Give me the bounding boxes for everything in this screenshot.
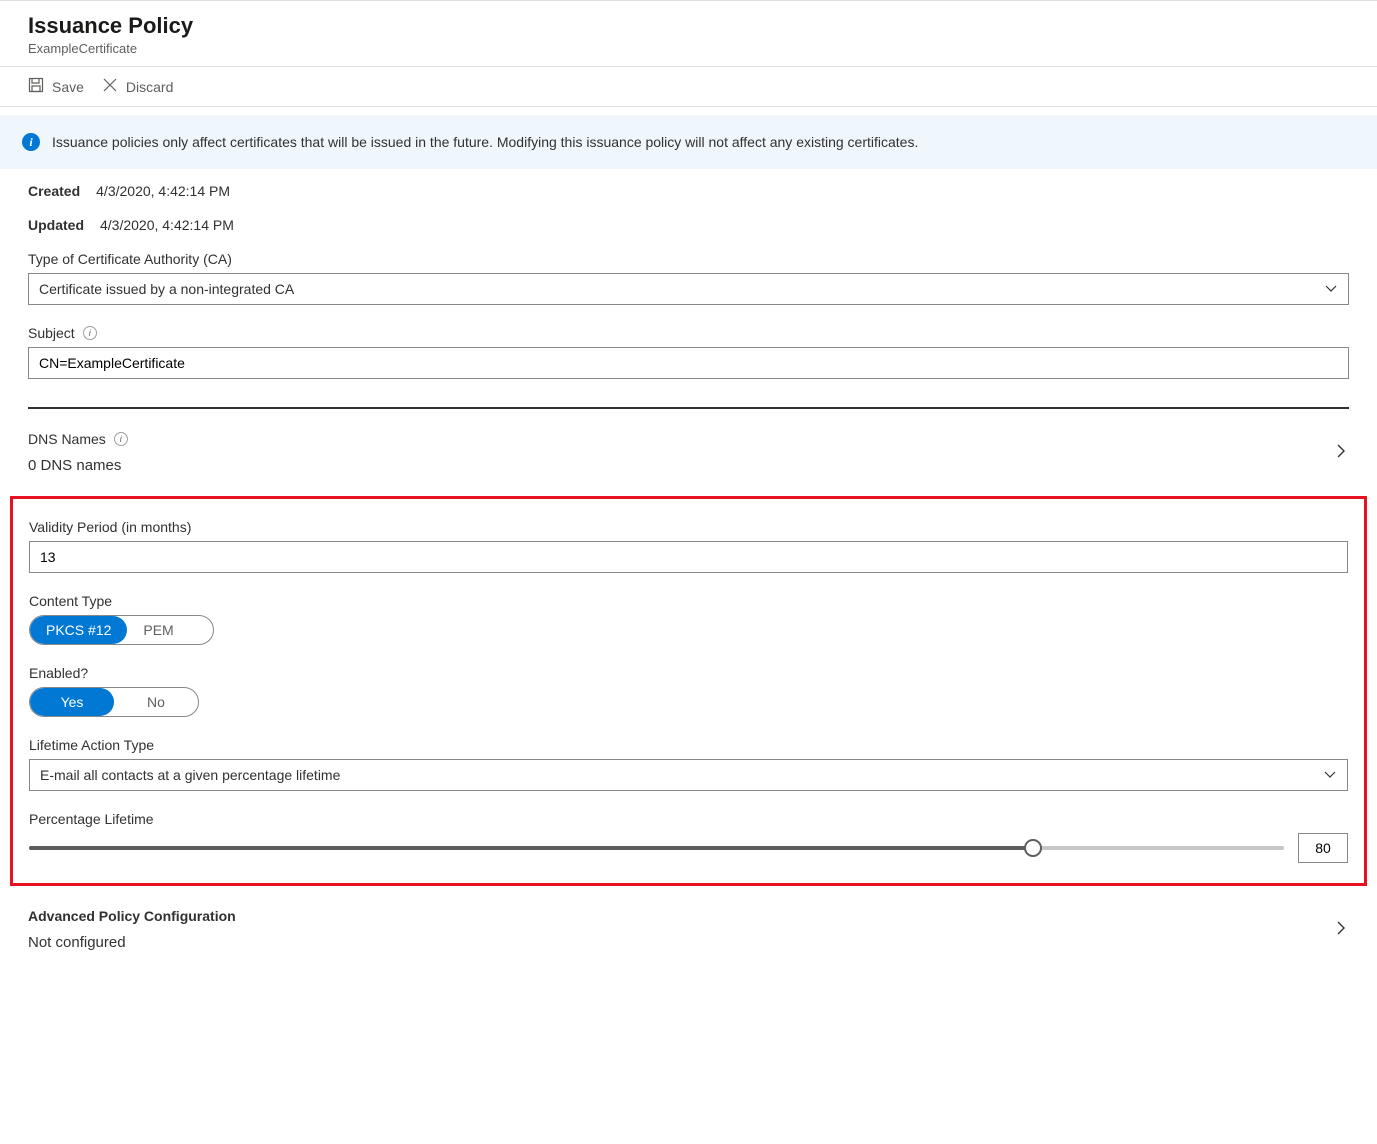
content-type-field: Content Type PKCS #12 PEM [29,593,1348,645]
advanced-value: Not configured [28,934,236,951]
ca-value: Certificate issued by a non-integrated C… [39,281,294,297]
lifetime-action-value: E-mail all contacts at a given percentag… [40,767,340,783]
dns-value: 0 DNS names [28,457,128,474]
advanced-label: Advanced Policy Configuration [28,908,236,924]
page-subtitle: ExampleCertificate [28,41,1349,56]
subject-input[interactable] [28,347,1349,379]
discard-button[interactable]: Discard [102,77,173,96]
chevron-down-icon [1323,767,1337,784]
slider-thumb[interactable] [1024,839,1042,857]
lifetime-action-dropdown[interactable]: E-mail all contacts at a given percentag… [29,759,1348,791]
content-type-pkcs12[interactable]: PKCS #12 [30,616,127,644]
lifetime-action-label: Lifetime Action Type [29,737,1348,753]
page-title: Issuance Policy [28,13,1349,39]
dns-label: DNS Names i [28,431,128,447]
content-type-toggle[interactable]: PKCS #12 PEM [29,615,214,645]
chevron-right-icon [1333,443,1349,462]
validity-field: Validity Period (in months) [29,519,1348,573]
info-banner: i Issuance policies only affect certific… [0,115,1377,169]
save-button[interactable]: Save [28,77,84,96]
discard-label: Discard [126,79,173,95]
divider [28,407,1349,409]
updated-value: 4/3/2020, 4:42:14 PM [100,217,234,233]
enabled-no[interactable]: No [114,688,198,716]
lifetime-action-field: Lifetime Action Type E-mail all contacts… [29,737,1348,791]
content-type-label: Content Type [29,593,1348,609]
info-help-icon[interactable]: i [83,326,97,340]
ca-label: Type of Certificate Authority (CA) [28,251,1349,267]
info-icon: i [22,133,40,151]
percentage-value-input[interactable] [1298,833,1348,863]
updated-label: Updated [28,217,84,233]
enabled-label: Enabled? [29,665,1348,681]
subject-field: Subject i [28,325,1349,379]
created-row: Created 4/3/2020, 4:42:14 PM [28,183,1349,199]
advanced-policy-section[interactable]: Advanced Policy Configuration Not config… [28,904,1349,955]
percentage-slider[interactable] [29,838,1284,858]
validity-label: Validity Period (in months) [29,519,1348,535]
subject-label-text: Subject [28,325,75,341]
save-label: Save [52,79,84,95]
info-text: Issuance policies only affect certificat… [52,134,918,150]
enabled-yes[interactable]: Yes [30,688,114,716]
info-help-icon[interactable]: i [114,432,128,446]
created-value: 4/3/2020, 4:42:14 PM [96,183,230,199]
subject-label: Subject i [28,325,1349,341]
page-header: Issuance Policy ExampleCertificate [0,0,1377,67]
content-type-pem[interactable]: PEM [127,616,189,644]
chevron-down-icon [1324,281,1338,298]
close-icon [102,77,118,96]
enabled-toggle[interactable]: Yes No [29,687,199,717]
highlighted-region: Validity Period (in months) Content Type… [10,496,1367,886]
percentage-label: Percentage Lifetime [29,811,1348,827]
content: Created 4/3/2020, 4:42:14 PM Updated 4/3… [0,183,1377,975]
percentage-field: Percentage Lifetime [29,811,1348,863]
slider-track-fill [29,846,1033,850]
enabled-field: Enabled? Yes No [29,665,1348,717]
validity-input[interactable] [29,541,1348,573]
save-icon [28,77,44,96]
dns-names-section[interactable]: DNS Names i 0 DNS names [28,427,1349,478]
ca-field: Type of Certificate Authority (CA) Certi… [28,251,1349,305]
dns-label-text: DNS Names [28,431,106,447]
toolbar: Save Discard [0,67,1377,107]
ca-dropdown[interactable]: Certificate issued by a non-integrated C… [28,273,1349,305]
chevron-right-icon [1333,920,1349,939]
updated-row: Updated 4/3/2020, 4:42:14 PM [28,217,1349,233]
created-label: Created [28,183,80,199]
